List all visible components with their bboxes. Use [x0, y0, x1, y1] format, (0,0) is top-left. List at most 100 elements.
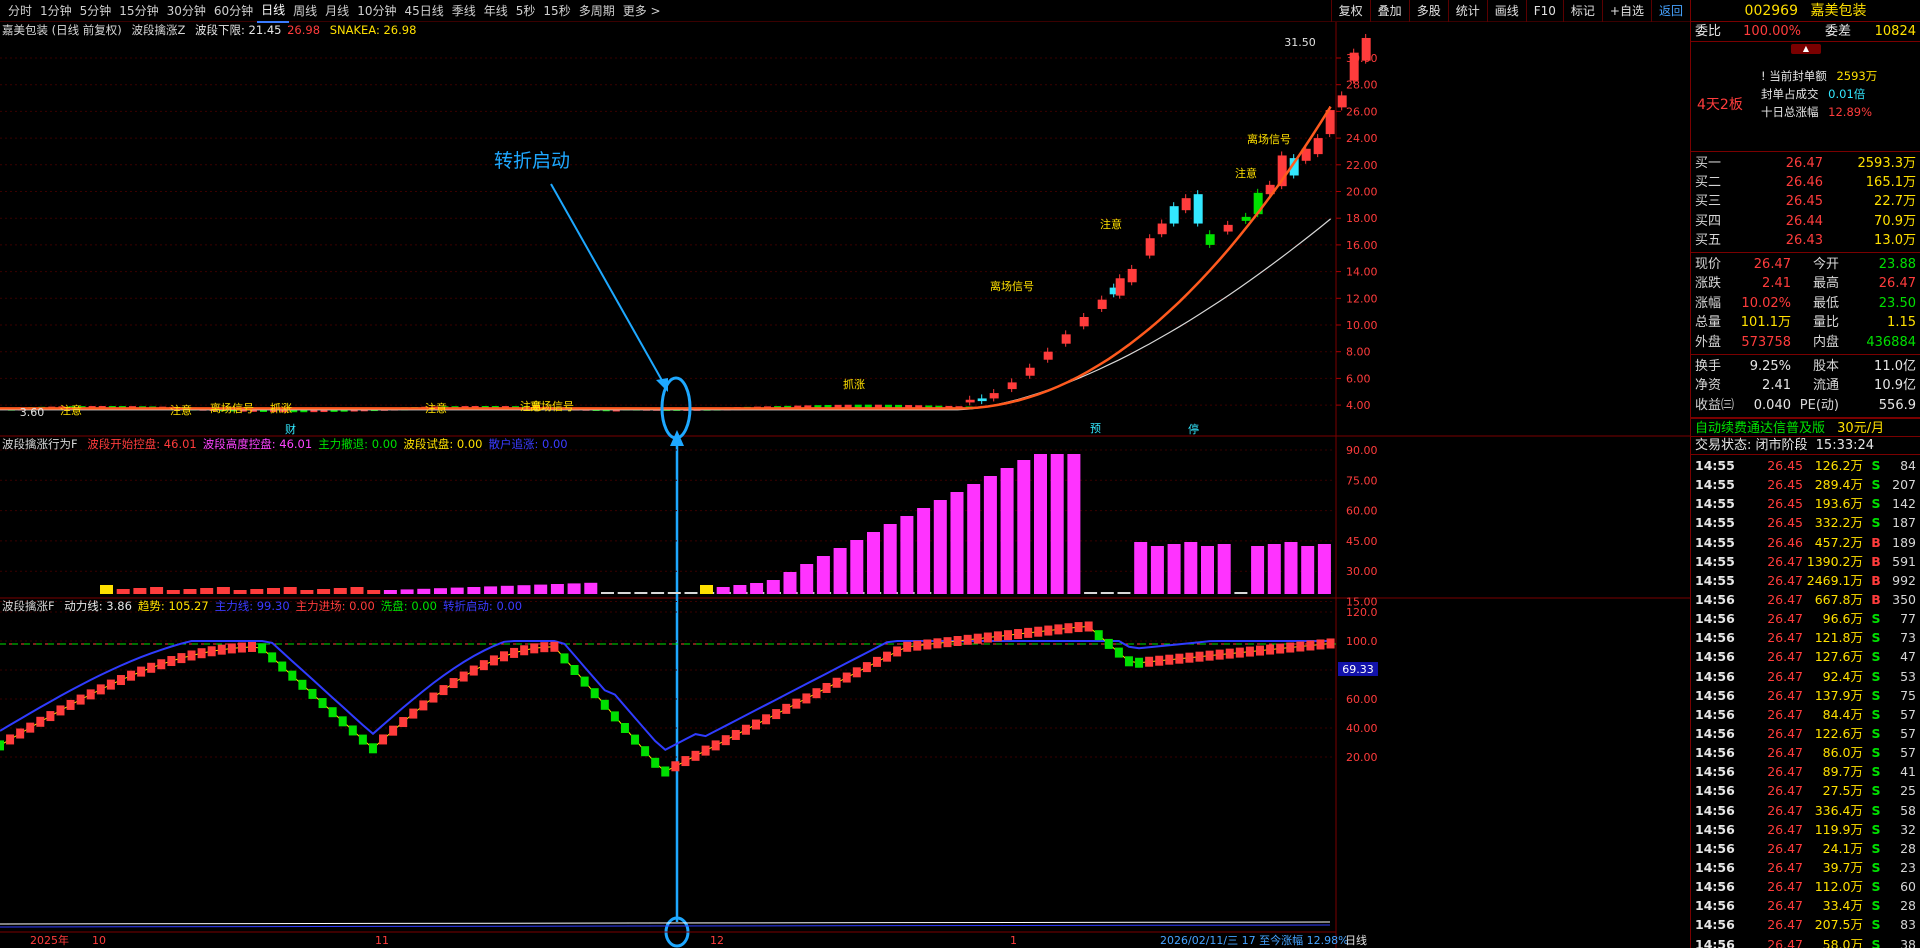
period-tab[interactable]: 分时 — [4, 0, 36, 22]
chart-area[interactable]: 30.0028.0026.0024.0022.0020.0018.0016.00… — [0, 22, 1690, 948]
signal-marker: 注意 — [60, 403, 82, 417]
osc-bar — [167, 656, 176, 667]
mid-bar — [933, 500, 947, 594]
bid-row[interactable]: 买四 26.44 70.9万 — [1691, 212, 1920, 231]
mid-bar — [534, 584, 548, 594]
bid-price: 26.46 — [1785, 175, 1823, 191]
mid-bar — [1234, 592, 1248, 594]
bid-volume: 2593.3万 — [1857, 156, 1917, 171]
x-tick-label: 10 — [92, 934, 106, 947]
tick-cell: 142 — [1892, 496, 1916, 512]
tick-cell: 25 — [1900, 783, 1916, 799]
osc-bar — [177, 653, 186, 664]
bid-row[interactable]: 买三 26.45 22.7万 — [1691, 192, 1920, 211]
tick-cell: S — [1871, 687, 1881, 703]
period-tab[interactable]: 季线 — [448, 0, 480, 22]
mid-bar — [967, 484, 981, 594]
tick-cell: 57 — [1900, 706, 1916, 722]
period-tab[interactable]: 10分钟 — [353, 0, 400, 22]
osc-bar — [510, 647, 519, 658]
tool-button[interactable]: 画线 — [1486, 0, 1526, 22]
ma-line-fast — [0, 106, 1332, 410]
osc-bar — [1004, 630, 1012, 641]
bid-row[interactable]: 买五 26.43 13.0万 — [1691, 231, 1920, 250]
mid-bar — [567, 583, 581, 594]
fundamentals-table: 换手 9.25% 股本 11.0亿 净资 2.41 流通 10.9亿 收益㈢ 0.040 PE(动)… — [1691, 355, 1920, 419]
period-tab[interactable]: 年线 — [480, 0, 512, 22]
tick-cell: S — [1871, 783, 1881, 799]
tool-button[interactable]: 多股 — [1408, 0, 1448, 22]
y-tick-label: 20.00 — [1346, 186, 1378, 199]
period-tab[interactable]: 日线 — [257, 0, 290, 23]
tool-button[interactable]: 叠加 — [1369, 0, 1409, 22]
tick-row: 14:56 26.47 112.0万 S 60 — [1691, 877, 1920, 896]
tool-button[interactable]: F10 — [1525, 0, 1563, 22]
period-tab[interactable]: 45日线 — [400, 0, 447, 22]
tick-cell: 336.4万 — [1814, 802, 1863, 818]
period-tab[interactable]: 多周期 — [575, 0, 619, 22]
bid-price: 26.45 — [1785, 194, 1823, 210]
exit-signal-label: 离场信号 — [990, 279, 1034, 293]
osc-bar — [137, 666, 146, 677]
period-tabs: 分时 1分钟 5分钟 15分钟 30分钟 60分钟 日线 周线 月线 10分钟 45日线 季线 年线 5秒… — [0, 0, 665, 23]
upper-value: 26.98 — [287, 23, 321, 37]
osc-bar — [883, 651, 892, 662]
mid-bar — [1100, 592, 1114, 594]
tool-button[interactable]: 统计 — [1447, 0, 1487, 22]
period-tab[interactable]: 15分钟 — [115, 0, 162, 22]
mid-bar — [183, 589, 197, 594]
period-tab[interactable]: 1分钟 — [36, 0, 76, 22]
tick-cell: 137.9万 — [1814, 687, 1863, 703]
bottom-field: 趋势: 105.27 — [137, 599, 209, 613]
candle — [1337, 95, 1347, 108]
indicator-name[interactable]: 波段擒涨Z — [131, 23, 185, 37]
annotation-arrow — [550, 183, 665, 385]
osc-bar — [237, 642, 246, 653]
mid-indicator-name[interactable]: 波段擒涨行为F — [2, 437, 78, 451]
period-tab[interactable]: 60分钟 — [210, 0, 257, 22]
bid-row[interactable]: 买一 26.47 2593.3万 — [1691, 154, 1920, 173]
bid-row[interactable]: 买二 26.46 165.1万 — [1691, 173, 1920, 192]
period-tab[interactable]: 月线 — [321, 0, 353, 22]
tool-button[interactable]: +自选 — [1601, 0, 1651, 22]
osc-bar — [762, 714, 771, 725]
candle — [989, 393, 999, 399]
quote-value: 10.02% — [1741, 295, 1791, 311]
tick-cell: 83 — [1900, 917, 1916, 933]
osc-bar — [36, 716, 45, 727]
osc-bar — [348, 725, 357, 736]
tick-cell: 24.1万 — [1822, 840, 1863, 856]
period-tab[interactable]: 5分钟 — [76, 0, 116, 22]
osc-bar — [540, 642, 549, 653]
period-tab[interactable]: 周线 — [289, 0, 321, 22]
kline-chart[interactable]: 30.0028.0026.0024.0022.0020.0018.0016.00… — [0, 22, 1690, 948]
main-panel-title: 嘉美包装 (日线 前复权) — [2, 23, 122, 37]
osc-bar — [913, 640, 922, 651]
mid-bar — [317, 589, 331, 594]
tick-cell: 14:56 — [1695, 706, 1735, 722]
period-tab[interactable]: 30分钟 — [163, 0, 210, 22]
osc-bar — [1205, 650, 1214, 661]
bottom-indicator-name[interactable]: 波段擒涨F — [2, 599, 55, 613]
corner-label: 日线 — [1345, 933, 1367, 947]
period-tab[interactable]: 更多 > — [619, 0, 665, 22]
promo-banner[interactable]: 自动续费通达信普及版 30元/月 — [1691, 418, 1920, 438]
main-panel-header: 嘉美包装 (日线 前复权) 波段擒涨Z 波段下限: 21.45 26.98 SN… — [2, 22, 422, 38]
mid-bar — [983, 476, 997, 594]
tick-list[interactable]: 14:55 26.45 126.2万 S 84 14:55 26.45 289.4万 S 207 1… — [1691, 455, 1920, 948]
tool-button[interactable]: 复权 — [1330, 0, 1370, 22]
collapse-icon[interactable]: ▲ — [1791, 44, 1821, 54]
tick-row: 14:56 26.47 119.9万 S 32 — [1691, 820, 1920, 839]
tick-cell: 14:56 — [1695, 611, 1735, 627]
period-tab[interactable]: 15秒 — [539, 0, 574, 22]
tool-button[interactable]: 标记 — [1562, 0, 1602, 22]
weicha-label: 委差 — [1824, 24, 1851, 39]
period-tab[interactable]: 5秒 — [512, 0, 540, 22]
mid-bar — [400, 589, 414, 594]
tick-cell: 14:56 — [1695, 745, 1735, 761]
tick-cell: 14:55 — [1695, 458, 1735, 474]
tick-row: 14:56 26.47 58.0万 S 38 — [1691, 935, 1920, 948]
tick-cell: 92.4万 — [1822, 668, 1863, 684]
tick-cell: 14:56 — [1695, 630, 1735, 646]
tool-button[interactable]: 返回 — [1650, 0, 1690, 22]
